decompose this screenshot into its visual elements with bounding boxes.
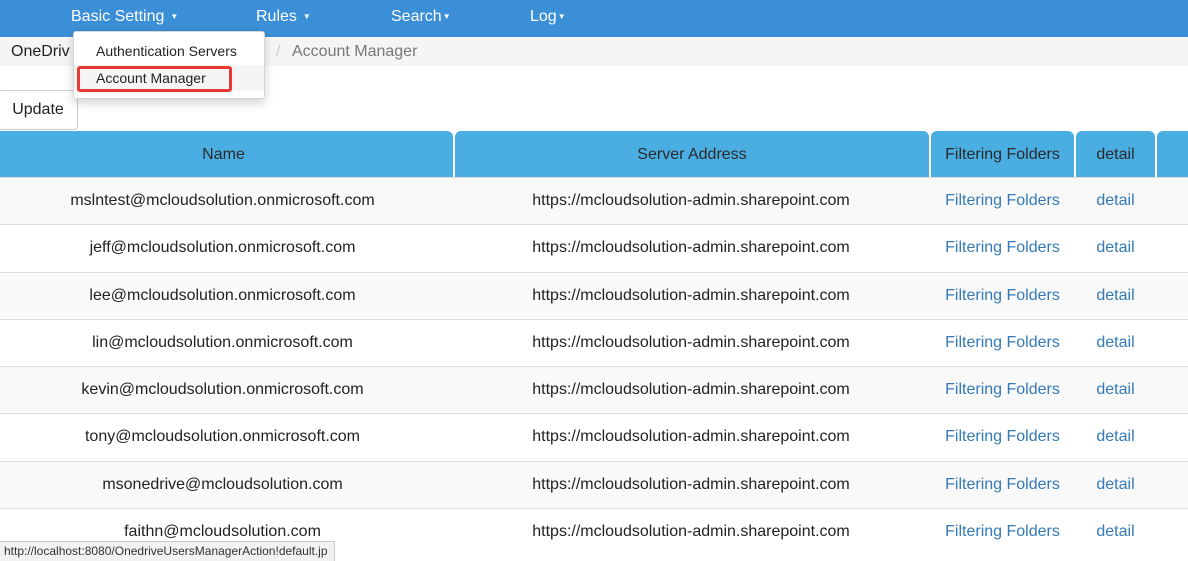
cell-name: tony@mcloudsolution.onmicrosoft.com (84, 428, 361, 445)
menu-item-authentication-servers[interactable]: Authentication Servers (74, 38, 264, 64)
detail-link[interactable]: detail (1076, 462, 1155, 508)
cell-name: lee@mcloudsolution.onmicrosoft.com (89, 287, 356, 304)
detail-link[interactable]: detail (1076, 414, 1155, 460)
column-header-server-address[interactable]: Server Address (455, 131, 929, 178)
menu-item-account-manager[interactable]: Account Manager (74, 65, 264, 91)
detail-link[interactable]: detail (1076, 178, 1155, 224)
breadcrumb-separator: / (276, 43, 281, 60)
cell-server-address: https://mcloudsolution-admin.sharepoint.… (532, 523, 850, 540)
filtering-folders-link[interactable]: Filtering Folders (931, 462, 1074, 508)
breadcrumb-current: Account Manager (292, 43, 418, 60)
update-button[interactable]: Update (0, 90, 78, 130)
caret-down-icon: ▼ (170, 12, 179, 22)
filtering-folders-link[interactable]: Filtering Folders (931, 225, 1074, 271)
cell-server-address: https://mcloudsolution-admin.sharepoint.… (532, 428, 850, 445)
table-row: mslntest@mcloudsolution.onmicrosoft.com … (0, 177, 1188, 224)
nav-rules[interactable]: Rules ▼ (256, 0, 311, 33)
column-header-detail[interactable]: detail (1076, 131, 1155, 178)
detail-link[interactable]: detail (1076, 273, 1155, 319)
table-row: lee@mcloudsolution.onmicrosoft.com https… (0, 272, 1188, 319)
cell-name: lin@mcloudsolution.onmicrosoft.com (92, 334, 353, 351)
cell-name: jeff@mcloudsolution.onmicrosoft.com (89, 239, 356, 256)
column-header-name[interactable]: Name (0, 131, 453, 178)
nav-basic-setting-label: Basic Setting (71, 8, 165, 25)
cell-server-address: https://mcloudsolution-admin.sharepoint.… (532, 192, 850, 209)
caret-down-icon: ▼ (557, 12, 566, 22)
nav-basic-setting[interactable]: Basic Setting ▼ (71, 0, 178, 33)
breadcrumb-home-link[interactable]: OneDriv (11, 37, 70, 66)
cell-server-address: https://mcloudsolution-admin.sharepoint.… (532, 239, 850, 256)
nav-search-label: Search (391, 8, 442, 25)
cell-server-address: https://mcloudsolution-admin.sharepoint.… (532, 334, 850, 351)
filtering-folders-link[interactable]: Filtering Folders (931, 367, 1074, 413)
nav-rules-label: Rules (256, 8, 297, 25)
filtering-folders-link[interactable]: Filtering Folders (931, 320, 1074, 366)
cell-name: mslntest@mcloudsolution.onmicrosoft.com (70, 192, 375, 209)
table-row: jeff@mcloudsolution.onmicrosoft.com http… (0, 224, 1188, 271)
table-row: kevin@mcloudsolution.onmicrosoft.com htt… (0, 366, 1188, 413)
filtering-folders-link[interactable]: Filtering Folders (931, 509, 1074, 555)
cell-name: kevin@mcloudsolution.onmicrosoft.com (81, 381, 364, 398)
filtering-folders-link[interactable]: Filtering Folders (931, 273, 1074, 319)
cell-server-address: https://mcloudsolution-admin.sharepoint.… (532, 381, 850, 398)
column-header-filtering-folders[interactable]: Filtering Folders (931, 131, 1074, 178)
detail-link[interactable]: detail (1076, 367, 1155, 413)
cell-name: msonedrive@mcloudsolution.com (102, 476, 343, 493)
caret-down-icon: ▼ (442, 12, 451, 22)
table-row: lin@mcloudsolution.onmicrosoft.com https… (0, 319, 1188, 366)
caret-down-icon: ▼ (302, 12, 311, 22)
cell-server-address: https://mcloudsolution-admin.sharepoint.… (532, 287, 850, 304)
nav-search[interactable]: Search▼ (391, 0, 451, 33)
cell-server-address: https://mcloudsolution-admin.sharepoint.… (532, 476, 850, 493)
filtering-folders-link[interactable]: Filtering Folders (931, 178, 1074, 224)
table-header: Name Server Address Filtering Folders de… (0, 131, 1188, 178)
basic-setting-dropdown: Authentication Servers Account Manager (73, 31, 265, 99)
table-row: msonedrive@mcloudsolution.com https://mc… (0, 461, 1188, 508)
filtering-folders-link[interactable]: Filtering Folders (931, 414, 1074, 460)
detail-link[interactable]: detail (1076, 509, 1155, 555)
column-header-extra (1157, 131, 1188, 178)
nav-log-label: Log (530, 8, 557, 25)
nav-log[interactable]: Log▼ (530, 0, 566, 33)
status-bar-url: http://localhost:8080/OnedriveUsersManag… (0, 541, 335, 561)
detail-link[interactable]: detail (1076, 225, 1155, 271)
table-row: tony@mcloudsolution.onmicrosoft.com http… (0, 413, 1188, 460)
detail-link[interactable]: detail (1076, 320, 1155, 366)
